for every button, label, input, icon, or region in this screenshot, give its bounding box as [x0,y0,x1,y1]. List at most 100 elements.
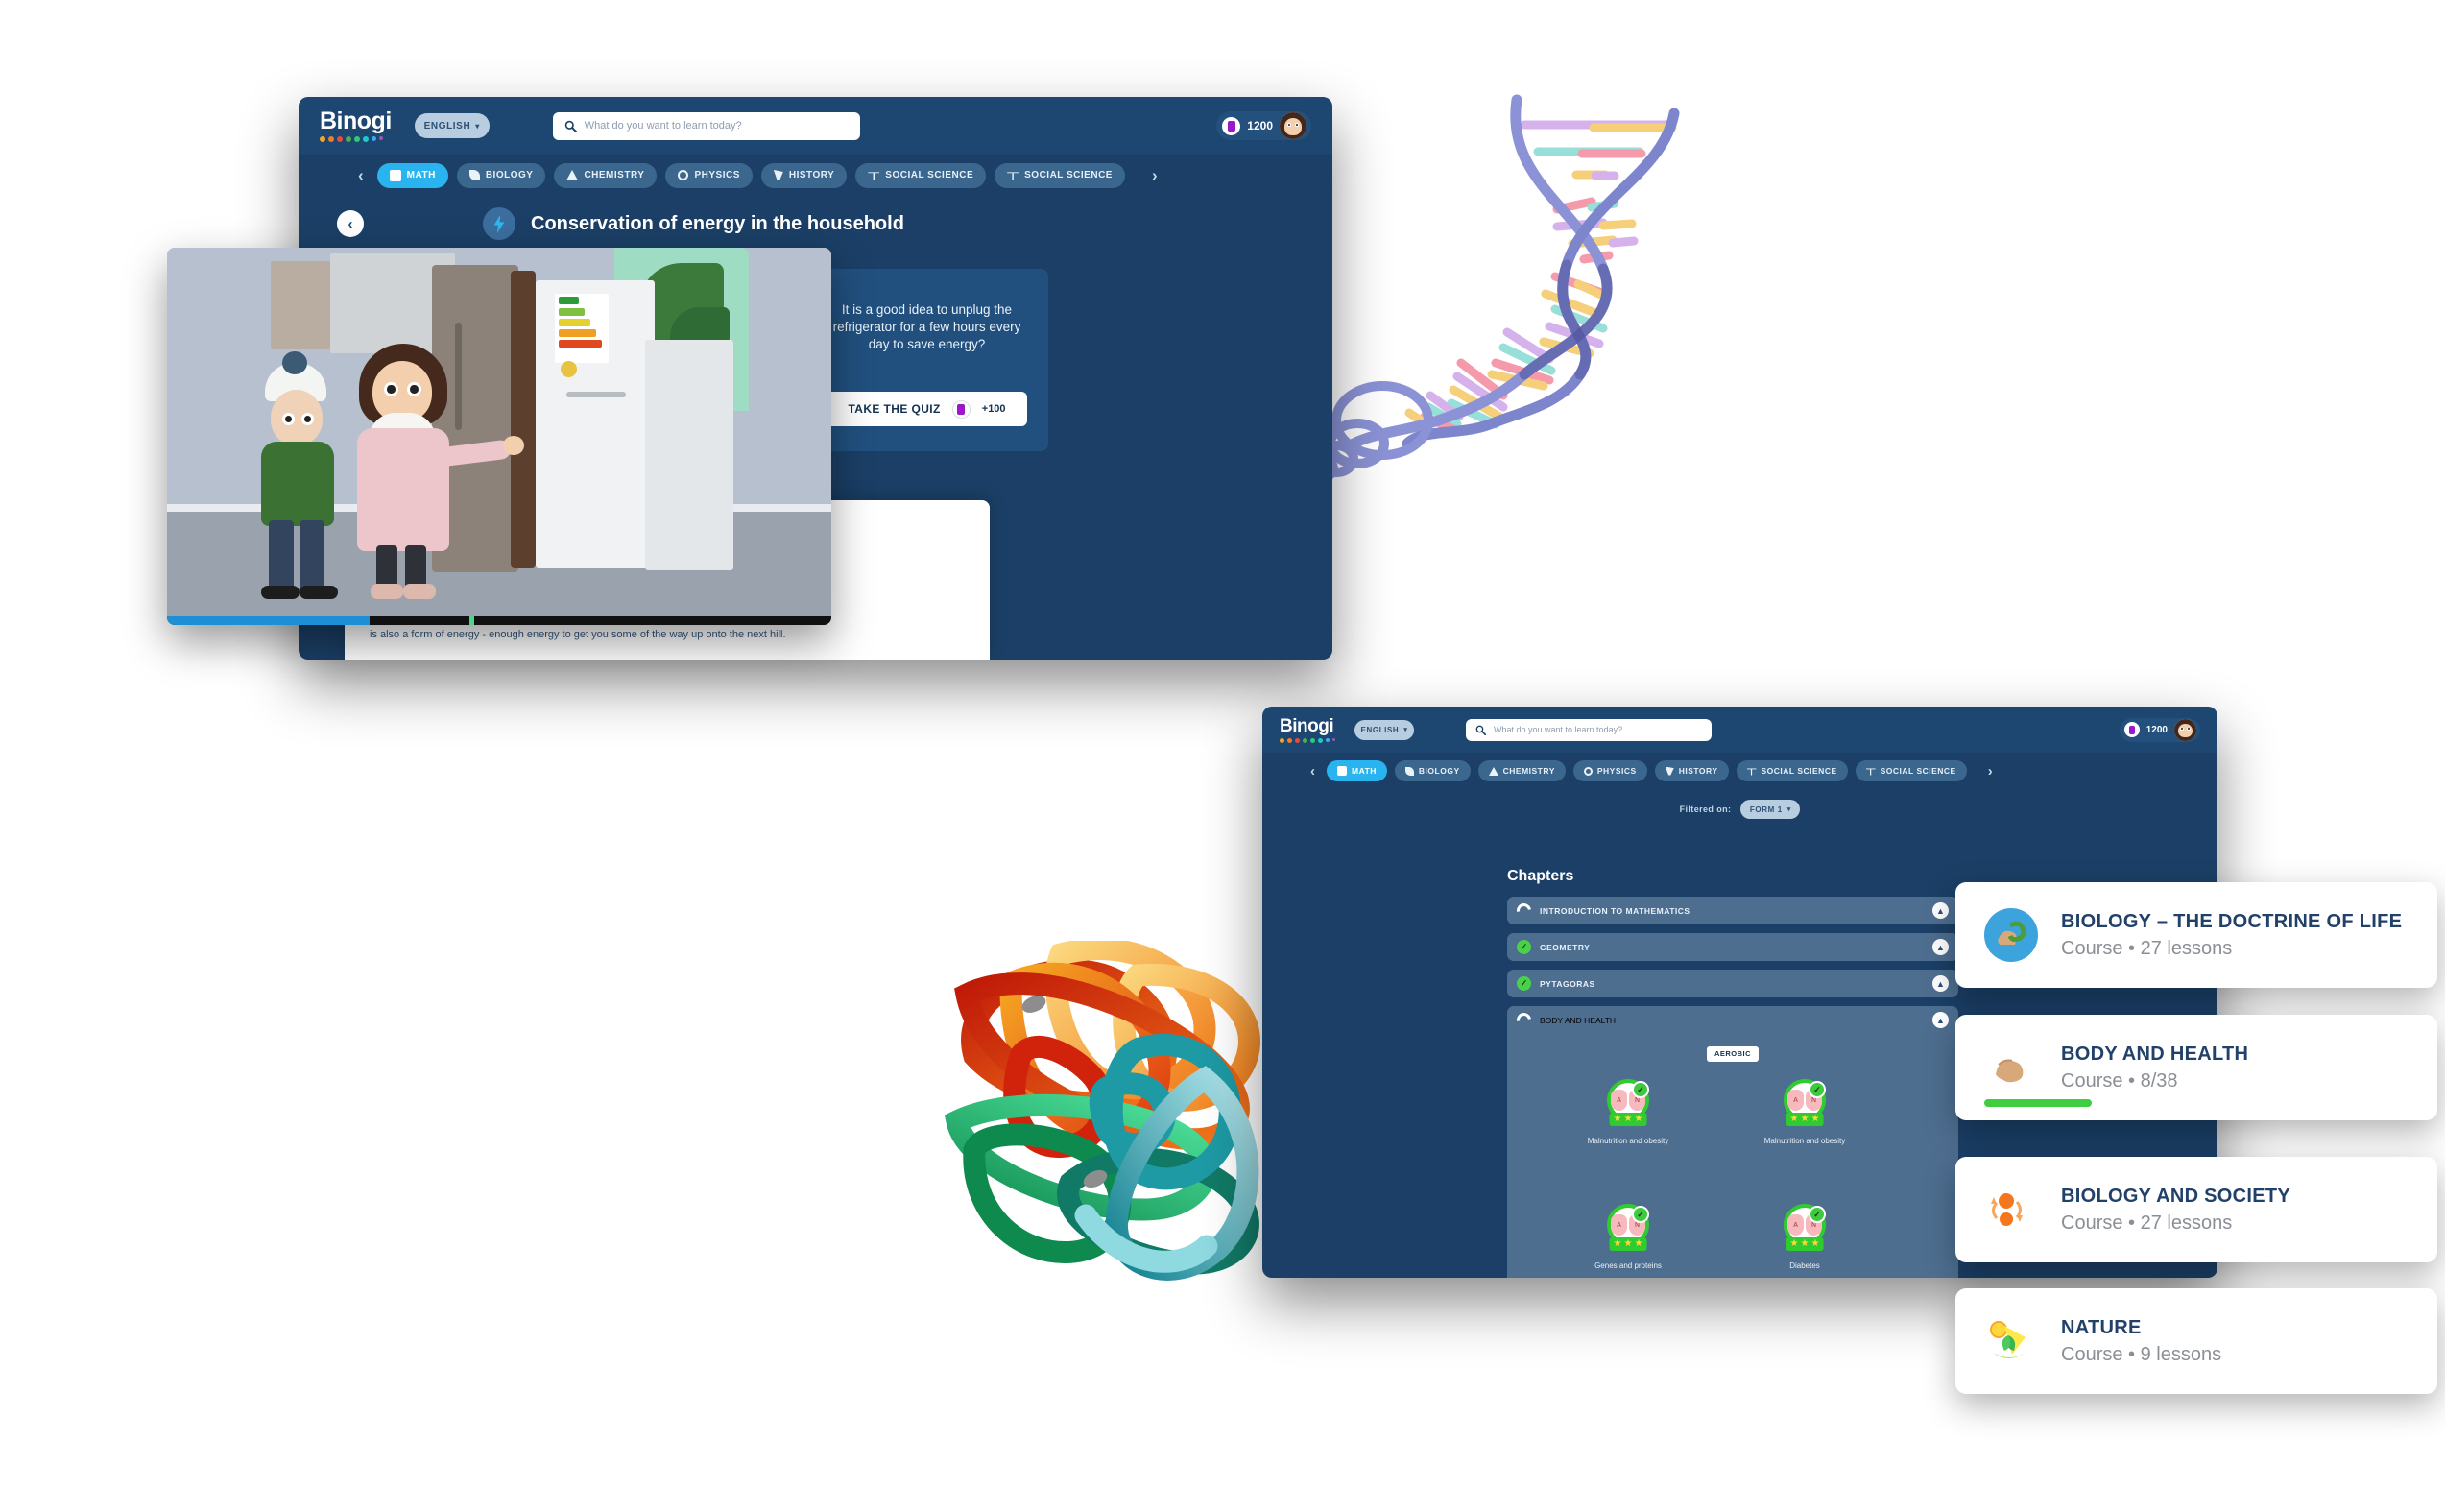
tab-math[interactable]: MATH [376,162,448,188]
chapter-row[interactable]: ✓ PYTAGORAS ▲ [1507,970,1958,997]
tab-math[interactable]: MATH [1327,760,1387,781]
video-progress-bar[interactable] [167,616,831,625]
course-title: NATURE [2061,1316,2142,1338]
quiz-card: It is a good idea to unplug the refriger… [805,269,1048,451]
atom-icon [1583,766,1593,776]
search-icon [1475,725,1486,735]
course-card-nature[interactable]: NATURE Course • 9 lessons [1955,1288,2437,1394]
chevron-down-icon: ▾ [1786,806,1791,813]
form-value: FORM 1 [1749,804,1783,814]
tab-social-science-2[interactable]: SOCIAL SCIENCE [1855,760,1967,781]
tab-history[interactable]: HISTORY [760,162,848,188]
chapter-row-header[interactable]: BODY AND HEALTH ▲ [1507,1006,1958,1034]
tab-physics[interactable]: PHYSICS [1572,760,1647,781]
search-input[interactable]: What do you want to learn today? [1466,718,1712,741]
tab-social-science-2[interactable]: SOCIAL SCIENCE [995,162,1125,188]
coin-balance[interactable]: 1200 [2119,717,2200,742]
tab-social-science-1[interactable]: SOCIAL SCIENCE [1736,760,1848,781]
lesson-header: ‹ Conservation of energy in the househol… [299,196,1332,252]
star-rating: ★ ★ ★ [1609,1113,1647,1126]
window1-subject-tabs: ‹ MATH BIOLOGY CHEMISTRY PHYSICS HISTORY [299,155,1332,196]
lesson-tile[interactable]: A N ✓ ★ ★ ★ Malnutrition and obesity [1570,1079,1686,1146]
lesson-tile[interactable]: A N ✓ ★ ★ ★ Malnutrition and obesity [1747,1079,1862,1146]
flask-icon [1488,766,1498,776]
calculator-icon [1337,766,1347,776]
logo-dots [320,136,392,142]
tab-label: SOCIAL SCIENCE [1761,766,1837,776]
tab-label: PHYSICS [1596,766,1637,776]
refrigerator-door [511,271,536,568]
chevron-left-icon[interactable]: ‹ [1310,763,1315,780]
monument-icon [1665,766,1674,776]
tab-social-science-1[interactable]: SOCIAL SCIENCE [855,162,987,188]
tab-label: CHEMISTRY [584,170,645,180]
tab-label: PHYSICS [694,170,740,180]
course-card-biology-doctrine[interactable]: BIOLOGY – THE DOCTRINE OF LIFE Course • … [1955,882,2437,988]
character-woman [349,344,524,603]
lungs-icon: A N ✓ ★ ★ ★ [1607,1079,1649,1126]
coin-balance[interactable]: 1200 [1216,111,1311,140]
tab-chemistry[interactable]: CHEMISTRY [554,162,658,188]
chapter-name: BODY AND HEALTH [1540,1015,1617,1025]
chapter-name: INTRODUCTION TO MATHEMATICS [1540,905,1690,916]
avatar[interactable] [1280,112,1306,139]
language-selector[interactable]: ENGLISH ▾ [414,113,490,138]
tab-biology[interactable]: BIOLOGY [456,162,546,188]
star-rating: ★ ★ ★ [1609,1237,1647,1251]
lesson-tile[interactable]: A N ✓ ★ ★ ★ Diabetes [1747,1204,1862,1271]
tab-chemistry[interactable]: CHEMISTRY [1477,760,1566,781]
molecule-cycle-icon [1984,1183,2038,1236]
binogi-logo[interactable]: Binogi [1280,717,1335,743]
lesson-video-player[interactable] [167,248,831,625]
language-selector[interactable]: ENGLISH ▾ [1354,719,1414,740]
search-input[interactable]: What do you want to learn today? [552,111,860,140]
chevron-up-icon[interactable]: ▲ [1932,902,1949,919]
fridge-handle [566,392,626,397]
chevron-up-icon[interactable]: ▲ [1932,939,1949,955]
lesson-title: Diabetes [1789,1261,1820,1270]
chapter-row[interactable]: ✓ GEOMETRY ▲ [1507,933,1958,961]
language-label: ENGLISH [1360,725,1400,734]
lesson-title: Genes and proteins [1594,1261,1662,1270]
course-subtitle: Course • 27 lessons [2061,937,2233,959]
course-card-text: NATURE Course • 9 lessons [2061,1317,2221,1366]
tab-physics[interactable]: PHYSICS [665,162,753,188]
chevron-right-icon[interactable]: › [1988,763,1993,780]
character-shoe [261,586,300,599]
aerobic-tag[interactable]: AEROBIC [1707,1045,1759,1062]
course-card-text: BODY AND HEALTH Course • 8/38 [2061,1044,2248,1092]
lesson-tile[interactable]: A N ✓ ★ ★ ★ Genes and proteins [1570,1204,1686,1271]
knot-illustration [944,941,1260,1281]
window2-subject-tabs: ‹ MATH BIOLOGY CHEMISTRY PHYSICS HISTORY [1262,753,2217,789]
chevron-up-icon[interactable]: ▲ [1932,1012,1949,1028]
video-chapter-marker[interactable] [468,616,474,625]
tab-label: SOCIAL SCIENCE [1880,766,1956,776]
binogi-logo[interactable]: Binogi [320,109,392,142]
search-placeholder: What do you want to learn today? [1494,725,1623,734]
course-title: BIOLOGY – THE DOCTRINE OF LIFE [2061,910,2403,932]
character-eye [384,382,398,396]
chapters-heading: Chapters [1507,868,1574,884]
leaf-icon [468,170,480,180]
tab-biology[interactable]: BIOLOGY [1394,760,1471,781]
chapter-expanded: BODY AND HEALTH ▲ AEROBIC A N ✓ ★ ★ ★ Ma… [1507,1006,1958,1278]
tab-history[interactable]: HISTORY [1654,760,1729,781]
chevron-down-icon: ▾ [1403,727,1408,733]
flexed-bicep-icon [1984,1041,2038,1094]
chevron-right-icon[interactable]: › [1152,166,1158,185]
chapter-row[interactable]: INTRODUCTION TO MATHEMATICS ▲ [1507,897,1958,924]
course-card-biology-and-society[interactable]: BIOLOGY AND SOCIETY Course • 27 lessons [1955,1157,2437,1262]
course-card-body-and-health[interactable]: BODY AND HEALTH Course • 8/38 [1955,1015,2437,1120]
chevron-up-icon[interactable]: ▲ [1932,975,1949,992]
logo-text: Binogi [320,108,392,134]
chevron-left-icon[interactable]: ‹ [358,166,364,185]
scales-icon [868,172,880,180]
atom-icon [678,170,689,180]
back-button[interactable]: ‹ [337,210,364,237]
completed-check-icon: ✓ [1632,1206,1649,1223]
form-selector[interactable]: FORM 1 ▾ [1740,800,1801,819]
avatar[interactable] [2174,718,2196,741]
course-subtitle: Course • 27 lessons [2061,1212,2233,1234]
character-leg [269,520,294,591]
take-quiz-button[interactable]: TAKE THE QUIZ +100 [827,392,1027,426]
